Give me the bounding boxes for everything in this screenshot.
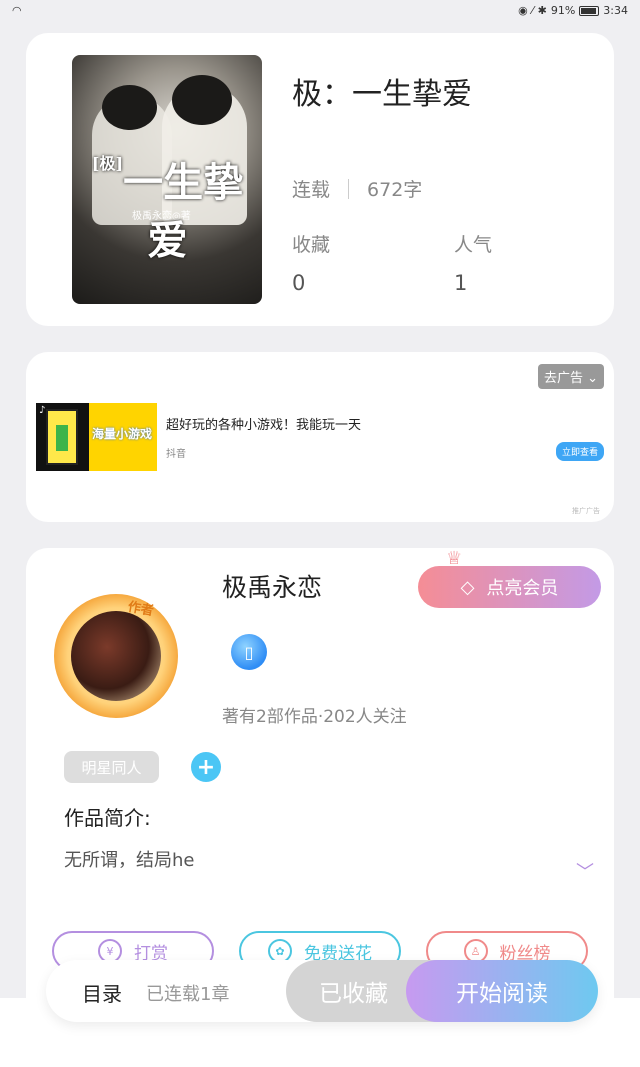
bottom-action-bar: 目录 已连载1章 已收藏 开始阅读 — [46, 960, 598, 1022]
ad-text: 超好玩的各种小游戏！我能玩一天 — [166, 418, 362, 433]
battery-icon — [579, 5, 600, 16]
favorited-label: 已收藏 — [319, 981, 388, 1007]
ad-card[interactable]: 去广告 ⌄ ♪ 海量小游戏 超好玩的各种小游戏！我能玩一天 抖音 立即查看 推广… — [26, 352, 614, 522]
wifi-icon: ◠ — [12, 4, 22, 17]
clock: 3:34 — [603, 4, 628, 17]
cover-hair-right — [172, 75, 232, 125]
remove-ad-button[interactable]: 去广告 ⌄ — [537, 364, 604, 389]
signal-icon: ⁄ — [531, 4, 534, 17]
serial-status: 连载 — [292, 179, 331, 201]
cover-prefix: [极] — [91, 154, 124, 173]
ad-phone-graphic — [46, 409, 78, 465]
tiktok-icon: ♪ — [39, 405, 46, 416]
battery-percent: 91% — [550, 4, 576, 17]
ad-image-text: 海量小游戏 — [92, 427, 153, 441]
medal-icon[interactable]: ▯ — [231, 634, 267, 670]
chapter-count: 已连载1章 — [146, 984, 230, 1005]
word-count: 672字 — [367, 179, 423, 201]
remove-ad-label: 去广告 — [543, 371, 583, 386]
add-tag-button[interactable]: + — [191, 752, 221, 782]
expand-chevron-icon[interactable]: ﹀ — [576, 858, 594, 884]
cover-title: [极]一生挚爱 — [80, 150, 255, 266]
tag-chip[interactable]: 明星同人 — [64, 751, 159, 783]
vip-button[interactable]: ◇ 点亮会员 — [418, 566, 601, 608]
ad-mark: 推广广告 — [572, 507, 600, 515]
book-title: 极：一生挚爱 — [292, 77, 472, 112]
book-status-row: 连载 672字 — [292, 175, 422, 202]
intro-text: 无所谓，结局he — [64, 850, 195, 871]
diamond-icon: ◇ — [460, 576, 475, 598]
favorites-value: 0 — [292, 271, 306, 295]
popularity-label: 人气 — [454, 234, 493, 256]
eye-icon: ◉ — [518, 4, 528, 17]
cover-title-text: 一生挚爱 — [123, 159, 244, 264]
bluetooth-icon: ✱ — [537, 4, 547, 17]
start-reading-button[interactable]: 开始阅读 — [406, 960, 598, 1022]
author-works: 著有2部作品·202人关注 — [222, 707, 407, 727]
avatar — [71, 611, 161, 701]
ad-image[interactable]: ♪ 海量小游戏 — [36, 403, 157, 471]
popularity-value: 1 — [454, 271, 468, 295]
favorites-stat: 收藏 0 — [292, 230, 330, 295]
ad-source: 抖音 — [166, 449, 186, 460]
author-name[interactable]: 极禹永恋 — [222, 568, 322, 604]
author-avatar-frame[interactable]: 作者 — [54, 594, 178, 718]
divider — [348, 178, 350, 199]
cover-hair-left — [102, 85, 157, 130]
book-info-card: 极禹永恋◎著 [极]一生挚爱 极：一生挚爱 连载 672字 收藏 0 人气 1 — [26, 33, 614, 326]
popularity-stat: 人气 1 — [454, 230, 492, 295]
favorites-label: 收藏 — [292, 234, 331, 256]
ad-cta-button[interactable]: 立即查看 — [555, 442, 604, 461]
status-right: ◉ ⁄ ✱ 91% 3:34 — [518, 4, 628, 17]
vip-label: 点亮会员 — [486, 578, 559, 599]
status-bar: ◠ ◉ ⁄ ✱ 91% 3:34 — [0, 0, 640, 24]
intro-title: 作品简介: — [64, 806, 151, 830]
chevron-down-icon: ⌄ — [587, 371, 598, 386]
book-cover[interactable]: 极禹永恋◎著 [极]一生挚爱 — [72, 55, 262, 304]
toc-button[interactable]: 目录 — [82, 978, 122, 1007]
